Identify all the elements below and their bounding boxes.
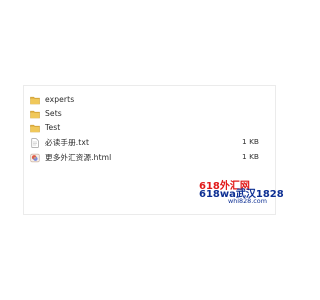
folder-row-test[interactable]: Test [30,121,268,134]
folder-icon [30,124,40,132]
file-name: Sets [45,108,62,118]
watermark: 618外汇网 618wa武汉1828 whi828.com [199,181,284,207]
text-file-icon [31,137,39,148]
file-name: 必读手册.txt [45,137,90,147]
file-row-more-resources[interactable]: 更多外汇资源.html 1 KB [30,151,268,164]
folder-row-experts[interactable]: experts [30,93,268,106]
file-size: 1 KB [242,137,259,146]
file-row-readme[interactable]: 必读手册.txt 1 KB [30,136,268,149]
file-name: Test [45,122,61,132]
file-size: 1 KB [242,152,259,161]
folder-icon [30,110,40,118]
folder-icon [30,96,40,104]
watermark-line3: whi828.com [228,197,267,205]
html-file-icon [30,153,40,162]
file-name: 更多外汇资源.html [45,152,112,162]
file-name: experts [45,94,75,104]
folder-row-sets[interactable]: Sets [30,107,268,120]
